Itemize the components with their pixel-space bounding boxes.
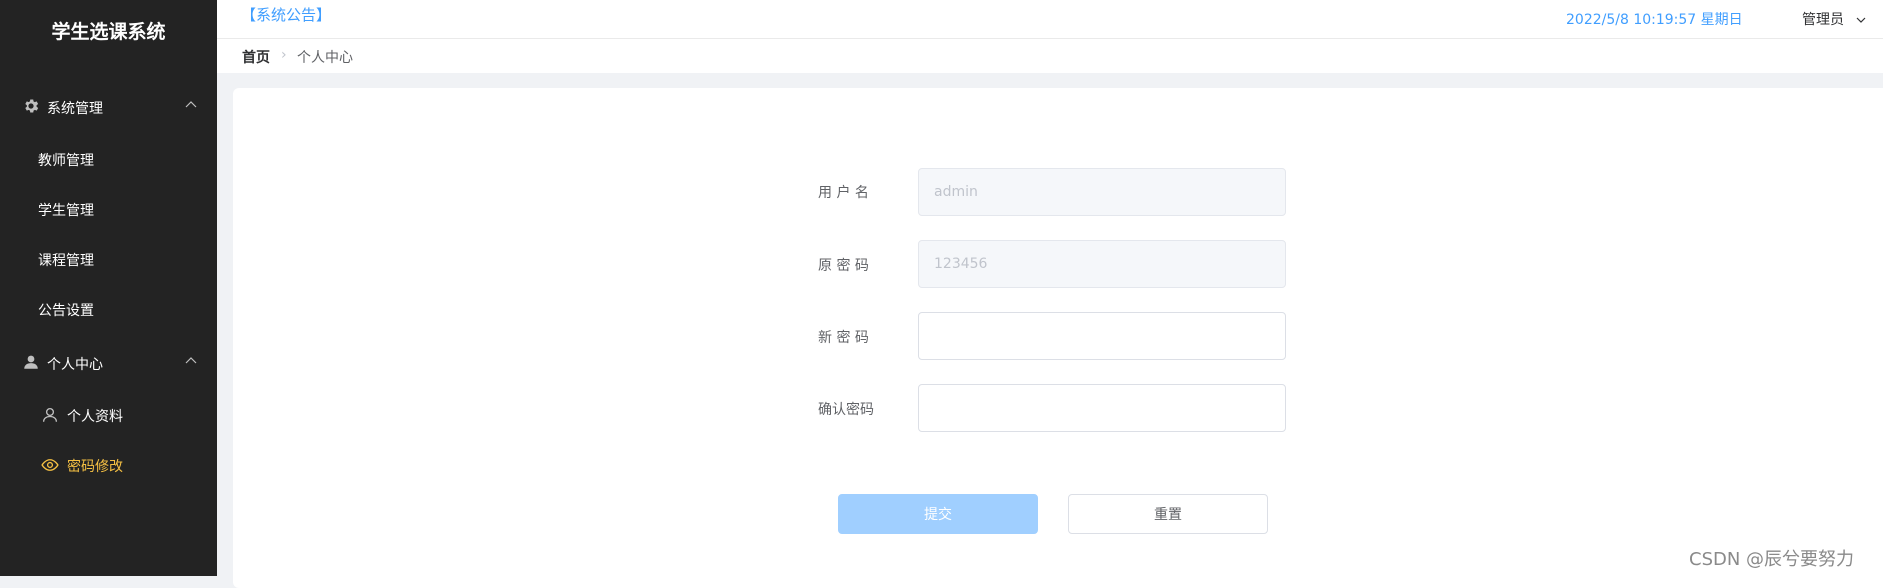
sidebar-item-teacher-management[interactable]: 教师管理 xyxy=(0,134,217,184)
sidebar: 学生选课系统 系统管理 教师管理 学生管理 课程管理 公告设置 个人中心 个人资… xyxy=(0,0,217,576)
new-password-label: 新 密 码 xyxy=(818,330,869,346)
top-header: 【系统公告】 2022/5/8 10:19:57 星期日 管理员 xyxy=(217,0,1883,39)
reset-button[interactable]: 重置 xyxy=(1068,494,1268,534)
system-notice-link[interactable]: 【系统公告】 xyxy=(241,4,331,25)
sidebar-item-course-management[interactable]: 课程管理 xyxy=(0,234,217,284)
confirm-password-field[interactable] xyxy=(918,384,1286,432)
menu-group-personal-center[interactable]: 个人中心 xyxy=(0,338,217,388)
chevron-down-icon xyxy=(1857,17,1866,23)
breadcrumb-current: 个人中心 xyxy=(297,50,353,66)
username-label: 用 户 名 xyxy=(818,185,869,201)
confirm-password-label: 确认密码 xyxy=(818,402,874,418)
breadcrumb-home[interactable]: 首页 xyxy=(242,47,270,67)
user-dropdown[interactable]: 管理员 xyxy=(1802,9,1866,29)
sidebar-item-label: 公告设置 xyxy=(38,303,94,319)
sidebar-item-change-password[interactable]: 密码修改 xyxy=(0,440,217,490)
breadcrumb: 首页 › 个人中心 xyxy=(217,39,1883,73)
sidebar-item-profile[interactable]: 个人资料 xyxy=(0,390,217,440)
new-password-field[interactable] xyxy=(918,312,1286,360)
chevron-up-icon xyxy=(185,357,197,364)
old-password-field xyxy=(918,240,1286,288)
eye-icon xyxy=(41,459,59,471)
watermark: CSDN @辰兮要努力 xyxy=(1689,549,1855,570)
sidebar-item-notice-settings[interactable]: 公告设置 xyxy=(0,284,217,334)
sidebar-item-label: 课程管理 xyxy=(38,253,94,269)
gear-icon xyxy=(25,99,39,113)
menu-group-label: 个人中心 xyxy=(47,357,103,373)
sidebar-item-label: 学生管理 xyxy=(38,203,94,219)
sidebar-item-student-management[interactable]: 学生管理 xyxy=(0,184,217,234)
menu-group-label: 系统管理 xyxy=(47,101,103,117)
sidebar-item-label: 教师管理 xyxy=(38,153,94,169)
breadcrumb-separator-icon: › xyxy=(281,47,287,63)
sidebar-item-label: 密码修改 xyxy=(67,459,123,475)
submit-button[interactable]: 提交 xyxy=(838,494,1038,534)
sidebar-item-label: 个人资料 xyxy=(67,409,123,425)
chevron-up-icon xyxy=(185,101,197,108)
user-name: 管理员 xyxy=(1802,12,1844,28)
user-outline-icon xyxy=(42,407,58,422)
username-field xyxy=(918,168,1286,216)
menu-group-system-management[interactable]: 系统管理 xyxy=(0,82,217,132)
datetime-display: 2022/5/8 10:19:57 星期日 xyxy=(1566,12,1743,28)
app-title: 学生选课系统 xyxy=(51,21,166,43)
person-icon xyxy=(24,355,38,369)
old-password-label: 原 密 码 xyxy=(818,258,869,274)
